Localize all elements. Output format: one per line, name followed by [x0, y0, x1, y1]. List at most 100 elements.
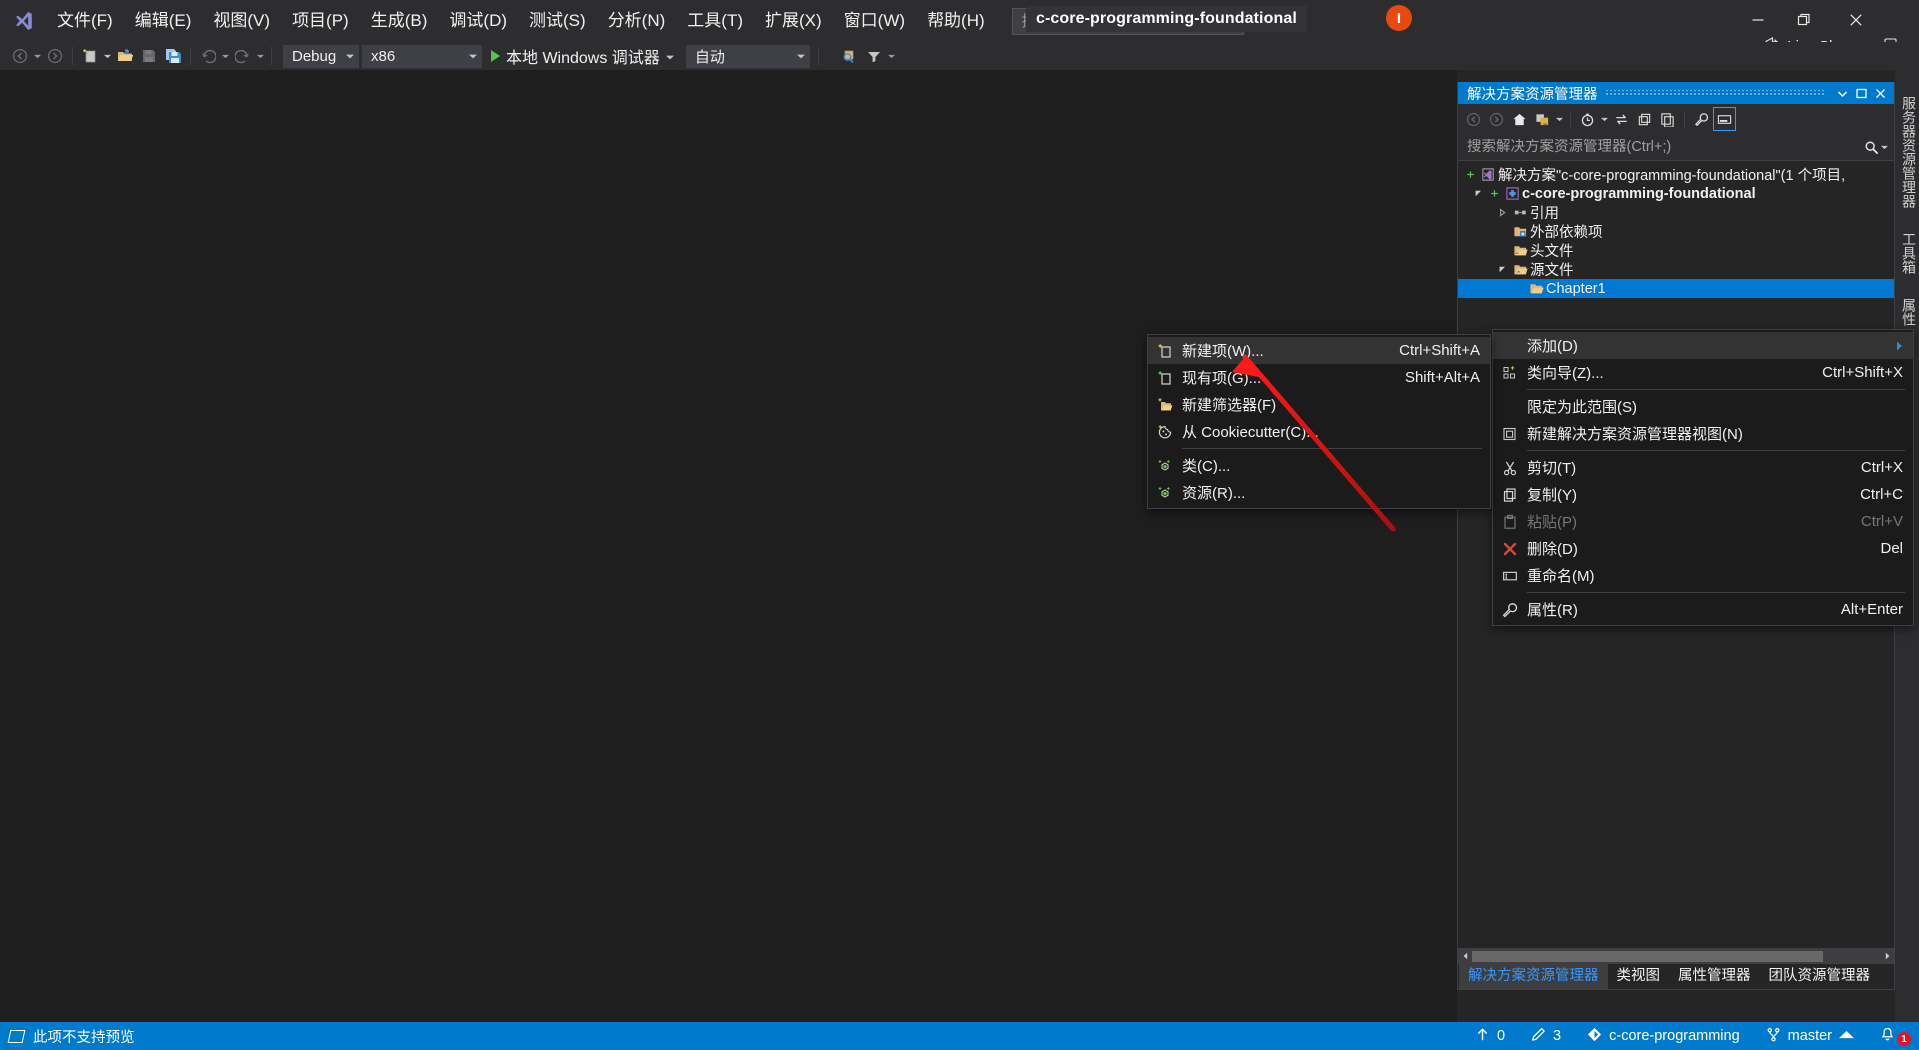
ctx-cut[interactable]: 剪切(T) Ctrl+X: [1493, 454, 1913, 481]
save-all-button[interactable]: [161, 44, 185, 68]
solution-explorer-search-box[interactable]: [1458, 134, 1894, 161]
solution-configuration-combo[interactable]: Debug: [283, 45, 359, 68]
ctx-delete[interactable]: 删除(D) Del: [1493, 535, 1913, 562]
menu-test[interactable]: 测试(S): [518, 5, 597, 37]
ctx-new-solution-explorer-view[interactable]: 新建解决方案资源管理器视图(N): [1493, 420, 1913, 447]
solution-platform-combo[interactable]: x86: [362, 45, 482, 68]
find-in-files-button[interactable]: [838, 44, 862, 68]
account-avatar[interactable]: I: [1386, 5, 1412, 31]
restore-button[interactable]: [1781, 0, 1827, 40]
outgoing-commits[interactable]: 0: [1462, 1022, 1518, 1050]
menu-debug[interactable]: 调试(D): [438, 5, 518, 37]
new-project-button[interactable]: [78, 44, 102, 68]
expander-expanded-icon[interactable]: [1494, 265, 1510, 274]
submenu-resource[interactable]: 资源(R)...: [1148, 479, 1490, 506]
repository-name[interactable]: c-core-programming: [1574, 1022, 1753, 1050]
auto-combo[interactable]: 自动: [686, 45, 810, 68]
pending-changes-filter-button[interactable]: [1576, 107, 1599, 131]
tree-node-external-dependencies[interactable]: 外部依赖项: [1458, 222, 1894, 241]
se-tab-property-manager[interactable]: 属性管理器: [1669, 961, 1760, 989]
submenu-new-filter[interactable]: 新建筛选器(F): [1148, 391, 1490, 418]
tree-node-solution[interactable]: 解决方案"c-core-programming-foundational"(1 …: [1458, 165, 1894, 184]
refresh-button[interactable]: [1633, 107, 1656, 131]
pending-changes-filter-dropdown[interactable]: [1599, 107, 1610, 131]
close-button[interactable]: [1833, 0, 1879, 40]
forward-button[interactable]: [1485, 107, 1508, 131]
ctx-copy[interactable]: 复制(Y) Ctrl+C: [1493, 481, 1913, 508]
submenu-item-shortcut: Ctrl+Shift+A: [1399, 342, 1480, 359]
submenu-new-item[interactable]: 新建项(W)... Ctrl+Shift+A: [1148, 337, 1490, 364]
submenu-class[interactable]: 类(C)...: [1148, 452, 1490, 479]
ctx-properties[interactable]: 属性(R) Alt+Enter: [1493, 596, 1913, 623]
ctx-add[interactable]: 添加(D): [1493, 332, 1913, 359]
undo-button[interactable]: [196, 44, 220, 68]
se-tab-class-view[interactable]: 类视图: [1608, 961, 1670, 989]
menu-analyze[interactable]: 分析(N): [597, 5, 677, 37]
navigate-backward-dropdown[interactable]: [32, 45, 43, 67]
undo-dropdown[interactable]: [220, 45, 231, 67]
properties-button[interactable]: [1690, 107, 1713, 131]
menu-help[interactable]: 帮助(H): [916, 5, 996, 37]
search-options-chevron-down-icon[interactable]: [1879, 145, 1890, 150]
submenu-existing-item[interactable]: 现有项(G)... Shift+Alt+A: [1148, 364, 1490, 391]
repository-label: c-core-programming: [1609, 1028, 1740, 1044]
menu-tools[interactable]: 工具(T): [676, 5, 754, 37]
menu-project[interactable]: 项目(P): [281, 5, 360, 37]
solution-explorer-horizontal-scrollbar[interactable]: [1458, 948, 1894, 963]
collapse-all-button[interactable]: [1656, 107, 1679, 131]
switch-views-button[interactable]: [1531, 107, 1554, 131]
branch-selector[interactable]: master: [1753, 1022, 1867, 1050]
solution-explorer-search-input[interactable]: [1467, 139, 1864, 155]
filter-dropdown[interactable]: [886, 45, 897, 67]
menu-file[interactable]: 文件(F): [46, 5, 124, 37]
ctx-rename[interactable]: 重命名(M): [1493, 562, 1913, 589]
menu-view[interactable]: 视图(V): [202, 5, 281, 37]
switch-views-dropdown[interactable]: [1554, 107, 1565, 131]
panel-maximize-icon[interactable]: [1852, 83, 1871, 103]
tree-node-header-files[interactable]: 头文件: [1458, 241, 1894, 260]
se-tab-solution-explorer[interactable]: 解决方案资源管理器: [1459, 961, 1608, 989]
home-button[interactable]: [1508, 107, 1531, 131]
menu-window[interactable]: 窗口(W): [833, 5, 916, 37]
open-file-button[interactable]: [113, 44, 137, 68]
redo-dropdown[interactable]: [255, 45, 266, 67]
tree-node-references[interactable]: 引用: [1458, 203, 1894, 222]
menu-edit[interactable]: 编辑(E): [124, 5, 203, 37]
drag-handle[interactable]: [1605, 90, 1827, 96]
redo-button[interactable]: [231, 44, 255, 68]
scrollbar-thumb[interactable]: [1472, 951, 1823, 962]
expander-expanded-icon[interactable]: [1470, 189, 1486, 198]
navigate-backward-button[interactable]: [8, 44, 32, 68]
expander-collapsed-icon[interactable]: [1494, 208, 1510, 217]
tree-node-source-files[interactable]: 源文件: [1458, 260, 1894, 279]
menu-build[interactable]: 生成(B): [360, 5, 439, 37]
start-debug-button[interactable]: 本地 Windows 调试器: [485, 45, 680, 68]
navigate-forward-button[interactable]: [43, 44, 67, 68]
sync-with-active-document-button[interactable]: [1610, 107, 1633, 131]
se-tab-team-explorer[interactable]: 团队资源管理器: [1760, 961, 1880, 989]
new-project-dropdown[interactable]: [102, 45, 113, 67]
menu-extensions[interactable]: 扩展(X): [754, 5, 833, 37]
save-button[interactable]: [137, 44, 161, 68]
tree-node-chapter1[interactable]: Chapter1: [1458, 279, 1894, 298]
minimize-button[interactable]: [1735, 0, 1781, 40]
scroll-left-arrow-icon[interactable]: [1458, 952, 1472, 960]
panel-menu-chevron-down-icon[interactable]: [1833, 83, 1852, 103]
panel-close-icon[interactable]: [1871, 83, 1890, 103]
ctx-paste[interactable]: 粘贴(P) Ctrl+V: [1493, 508, 1913, 535]
preview-selected-items-button[interactable]: [1713, 107, 1736, 131]
filter-button[interactable]: [862, 44, 886, 68]
back-button[interactable]: [1462, 107, 1485, 131]
scrollbar-track[interactable]: [1472, 950, 1880, 963]
scroll-right-arrow-icon[interactable]: [1880, 952, 1894, 960]
pending-changes[interactable]: 3: [1518, 1022, 1574, 1050]
ctx-class-wizard[interactable]: 类向导(Z)... Ctrl+Shift+X: [1493, 359, 1913, 386]
class-wizard-icon: [1493, 365, 1527, 381]
notifications-button[interactable]: 1: [1867, 1022, 1919, 1050]
submenu-from-cookiecutter[interactable]: 从 Cookiecutter(C)...: [1148, 418, 1490, 445]
vtab-toolbox[interactable]: 工具箱: [1895, 220, 1919, 286]
ctx-scope-to-this[interactable]: 限定为此范围(S): [1493, 393, 1913, 420]
tree-node-project[interactable]: c-core-programming-foundational: [1458, 184, 1894, 203]
chevron-down-icon[interactable]: [666, 47, 674, 65]
vtab-server-explorer[interactable]: 服务器资源管理器: [1895, 84, 1919, 220]
